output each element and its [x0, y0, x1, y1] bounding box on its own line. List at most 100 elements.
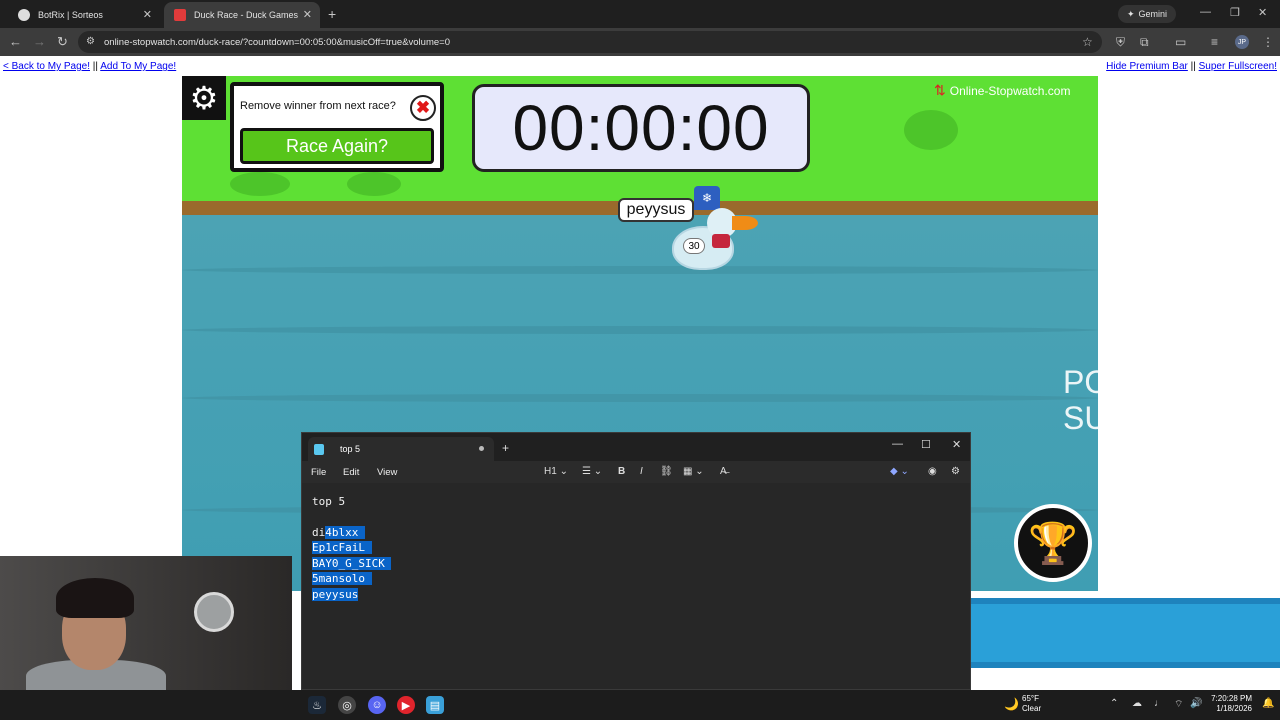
close-icon[interactable]: ✕ — [952, 438, 961, 451]
wifi-tray-icon[interactable]: ⌔ — [1174, 698, 1183, 711]
top-right-links: Hide Premium Bar || Super Fullscreen! — [1106, 61, 1277, 72]
close-tab-icon[interactable]: ✕ — [143, 8, 152, 21]
heading-style-dropdown[interactable]: H1 ⌄ — [544, 466, 568, 477]
settings-gear-icon[interactable]: ⚙ — [182, 76, 226, 120]
back-arrow-icon[interactable]: ← — [9, 34, 22, 49]
tab-botrix[interactable]: BotRix | Sorteos ✕ — [8, 2, 160, 28]
selected-text: 5mansolo — [312, 572, 372, 585]
menu-file[interactable]: File — [311, 467, 326, 478]
botrix-favicon-icon — [18, 9, 30, 21]
brand-text: Online-Stopwatch.com — [949, 83, 1071, 98]
notepad-text-area[interactable]: top 5 di4blxx Ep1cFaiL BAY0_G_SICK 5mans… — [302, 483, 970, 689]
tab-title: Duck Race - Duck Games — [194, 10, 299, 20]
super-fullscreen-link[interactable]: Super Fullscreen! — [1199, 61, 1277, 72]
new-tab-icon[interactable]: + — [502, 441, 509, 455]
premium-bar-inner — [970, 604, 1280, 662]
water-wave — [182, 394, 1098, 402]
bookmark-star-icon[interactable]: ☆ — [1082, 35, 1093, 49]
list-icon[interactable]: ☰ ⌄ — [582, 466, 602, 477]
steam-icon[interactable]: ♨ — [308, 696, 326, 714]
link-separator: || — [92, 61, 98, 72]
more-menu-icon[interactable]: ⋮ — [1262, 35, 1274, 49]
chrome-icon[interactable]: ◎ — [338, 696, 356, 714]
tab-duck-race[interactable]: Duck Race - Duck Games ✕ — [164, 2, 320, 28]
browser-toolbar: ← → ↻ ⚙ online-stopwatch.com/duck-race/?… — [0, 28, 1280, 56]
discord-icon[interactable]: ☺ — [368, 696, 386, 714]
extensions-puzzle-icon[interactable]: ⧉ — [1140, 35, 1149, 50]
duck-beak — [732, 216, 758, 230]
notepad-heading-line: top 5 — [312, 495, 346, 508]
list-item: di4blxx — [312, 526, 365, 540]
taskbar-clock[interactable]: 7:20:28 PM 1/18/2026 — [1204, 694, 1252, 714]
list-item: BAY0_G_SICK — [312, 557, 392, 571]
url-text: online-stopwatch.com/duck-race/?countdow… — [104, 36, 450, 48]
webcam-fan — [194, 592, 234, 632]
water-wave — [182, 326, 1098, 334]
notepad-menubar: File Edit View H1 ⌄ ☰ ⌄ B I ⛓ ▦ ⌄ A̶ ◆ ⌄… — [302, 461, 970, 483]
minimize-window-icon[interactable]: — — [1200, 6, 1211, 18]
clock-date: 1/18/2026 — [1216, 704, 1252, 713]
maximize-icon[interactable]: ☐ — [921, 438, 931, 451]
webcam-person-hair — [56, 578, 134, 618]
close-tab-icon[interactable]: ✕ — [303, 8, 312, 21]
weather-moon-icon: 🌙 — [1004, 697, 1019, 711]
bush — [230, 172, 290, 196]
shield-extension-icon[interactable]: ⛨ — [1116, 35, 1125, 50]
mic-tray-icon[interactable]: ♩ — [1154, 698, 1164, 709]
windows-taskbar — [0, 690, 1280, 720]
menu-view[interactable]: View — [377, 467, 397, 478]
volume-tray-icon[interactable]: 🔊 — [1190, 698, 1202, 709]
cast-icon[interactable]: ▭ — [1175, 35, 1186, 49]
clock-time: 7:20:28 PM — [1211, 694, 1252, 703]
remove-winner-question: Remove winner from next race? — [240, 100, 396, 112]
weather-widget[interactable]: 65°F Clear — [1022, 694, 1041, 714]
settings-icon[interactable]: ⚙ — [951, 466, 960, 477]
selected-text: Ep1cFaiL — [312, 541, 372, 554]
maximize-window-icon[interactable]: ❐ — [1230, 6, 1240, 19]
water-wave — [182, 266, 1098, 274]
notifications-icon[interactable]: 🔔 — [1262, 698, 1274, 709]
remove-winner-x-icon[interactable]: ✖ — [410, 95, 436, 121]
address-bar[interactable]: ⚙ online-stopwatch.com/duck-race/?countd… — [78, 31, 1102, 53]
italic-icon[interactable]: I — [640, 466, 643, 477]
unselected-text: di — [312, 526, 326, 539]
race-again-button[interactable]: Race Again? — [240, 128, 434, 164]
hide-premium-bar-link[interactable]: Hide Premium Bar — [1106, 61, 1188, 72]
notepad-titlebar: top 5 + — ☐ ✕ — [302, 433, 970, 461]
site-info-icon[interactable]: ⚙ — [86, 36, 95, 47]
link-icon[interactable]: ⛓ — [660, 466, 673, 477]
profile-avatar[interactable]: JP — [1235, 35, 1249, 49]
table-icon[interactable]: ▦ ⌄ — [683, 466, 704, 477]
reload-icon[interactable]: ↻ — [57, 34, 68, 50]
online-stopwatch-logo[interactable]: ⇅ Online-Stopwatch.com — [934, 82, 1070, 99]
notepad-window[interactable]: top 5 + — ☐ ✕ File Edit View H1 ⌄ ☰ ⌄ B … — [301, 432, 971, 690]
network-tray-icon[interactable]: ☁ — [1132, 698, 1142, 709]
minimize-icon[interactable]: — — [892, 438, 903, 450]
menu-edit[interactable]: Edit — [343, 467, 359, 478]
notepad-tab[interactable]: top 5 — [308, 437, 494, 461]
top-left-links: < Back to My Page! || Add To My Page! — [3, 61, 176, 72]
back-to-my-page-link[interactable]: < Back to My Page! — [3, 61, 90, 72]
bold-icon[interactable]: B — [618, 466, 625, 477]
browser-tab-strip: BotRix | Sorteos ✕ Duck Race - Duck Game… — [0, 0, 1280, 28]
forward-arrow-icon[interactable]: → — [33, 34, 46, 49]
add-to-my-page-link[interactable]: Add To My Page! — [100, 61, 176, 72]
clear-format-icon[interactable]: A̶ — [720, 466, 727, 477]
close-window-icon[interactable]: ✕ — [1258, 6, 1267, 19]
notepad-taskbar-icon[interactable]: ▤ — [426, 696, 444, 714]
link-separator: || — [1190, 61, 1196, 72]
tray-chevron-icon[interactable]: ⌃ — [1110, 698, 1118, 709]
list-item: 5mansolo — [312, 572, 372, 586]
reading-list-icon[interactable]: ≡ — [1211, 35, 1218, 49]
weather-temp: 65°F — [1022, 694, 1039, 703]
selected-text: BAY0_G_SICK — [312, 557, 392, 570]
duck-number-badge: 30 — [683, 238, 705, 254]
gemini-button[interactable]: ✦ Gemini — [1118, 5, 1176, 23]
media-player-icon[interactable]: ▶ — [397, 696, 415, 714]
copilot-icon[interactable]: ◆ ⌄ — [890, 466, 909, 477]
trophy-icon[interactable]: 🏆 — [1014, 504, 1092, 582]
selected-text: 4blxx — [325, 526, 365, 539]
new-tab-icon[interactable]: + — [328, 6, 336, 22]
duck-games-favicon-icon — [174, 9, 186, 21]
account-icon[interactable]: ◉ — [928, 466, 937, 477]
